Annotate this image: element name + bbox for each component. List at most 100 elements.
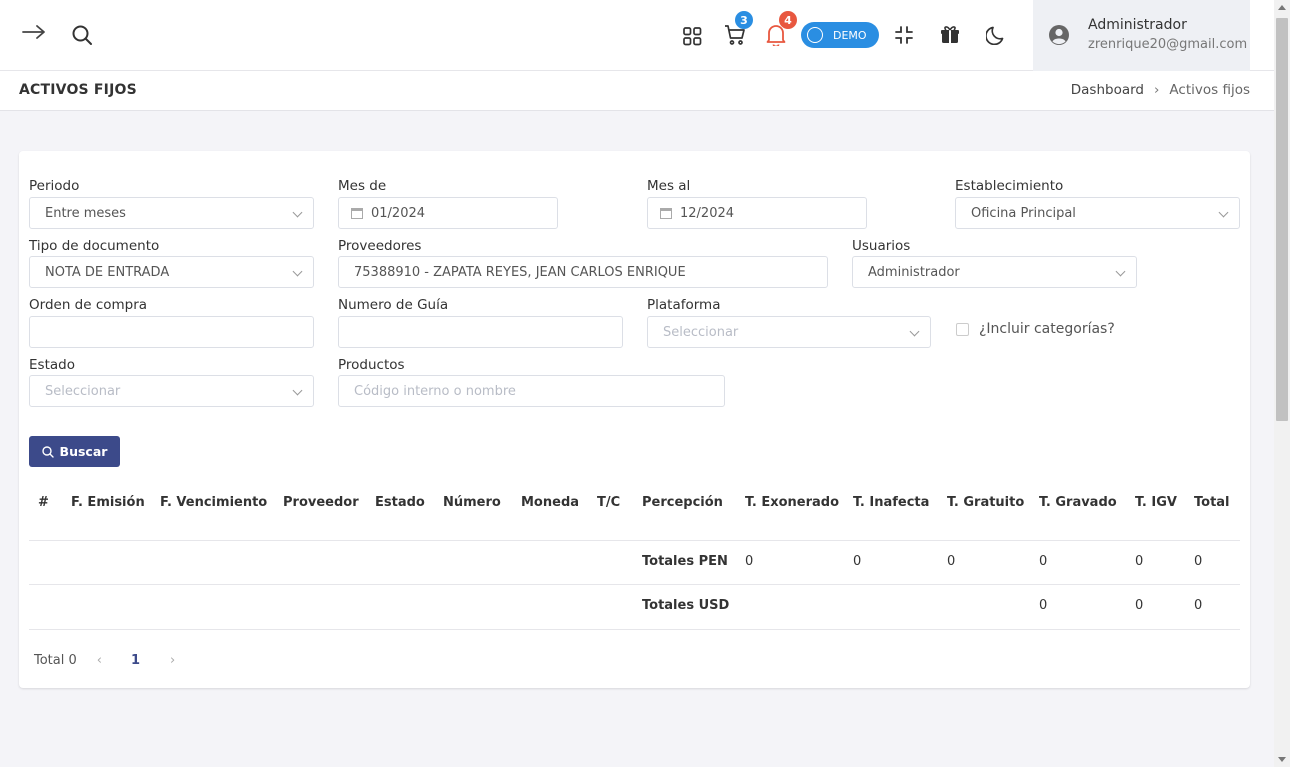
breadcrumb: Dashboard › Activos fijos [1071, 82, 1250, 98]
page-number[interactable]: 1 [131, 653, 140, 668]
establecimiento-value: Oficina Principal [971, 205, 1076, 221]
plataforma-select[interactable]: Seleccionar [647, 316, 931, 348]
column-header: Total [1194, 495, 1230, 510]
proveedores-value: 75388910 - ZAPATA REYES, JEAN CARLOS ENR… [354, 264, 686, 280]
tipo-documento-label: Tipo de documento [29, 238, 160, 254]
totals-pen-inafecta: 0 [853, 554, 862, 569]
proveedores-select[interactable]: 75388910 - ZAPATA REYES, JEAN CARLOS ENR… [338, 256, 828, 288]
cart-icon[interactable]: 3 [723, 11, 753, 46]
scroll-up-arrow[interactable] [1278, 5, 1286, 10]
periodo-label: Periodo [29, 178, 80, 194]
column-header: Número [443, 495, 501, 510]
chevron-down-icon [1115, 266, 1126, 277]
mes-de-label: Mes de [338, 178, 387, 194]
periodo-value: Entre meses [45, 205, 126, 221]
demo-mode-toggle[interactable]: DEMO [801, 22, 879, 48]
column-header: T. Exonerado [745, 495, 840, 510]
totals-pen-label: Totales PEN [642, 554, 728, 569]
column-header: Percepción [642, 495, 723, 510]
column-header: Moneda [521, 495, 580, 510]
chevron-down-icon [909, 326, 920, 337]
column-header: T. Inafecta [853, 495, 930, 510]
chevron-right-icon[interactable]: › [170, 653, 175, 668]
calendar-icon [660, 207, 672, 219]
exit-fullscreen-icon[interactable] [894, 25, 914, 45]
incluir-categorias-label[interactable]: ¿Incluir categorías? [979, 321, 1115, 337]
usuarios-select[interactable]: Administrador [852, 256, 1137, 288]
plataforma-placeholder: Seleccionar [663, 324, 739, 340]
column-header: F. Vencimiento [160, 495, 268, 510]
calendar-icon [351, 207, 363, 219]
column-header: Estado [375, 495, 425, 510]
column-header: T. Gratuito [947, 495, 1025, 510]
totals-usd-total: 0 [1194, 598, 1203, 613]
search-button[interactable]: Buscar [29, 436, 120, 467]
user-avatar-icon [1047, 23, 1071, 47]
moon-icon[interactable] [985, 24, 1007, 46]
tipo-documento-select[interactable]: NOTA DE ENTRADA [29, 256, 314, 288]
column-header: Proveedor [283, 495, 359, 510]
totals-pen-igv: 0 [1135, 554, 1144, 569]
totals-pen-total: 0 [1194, 554, 1203, 569]
establecimiento-label: Establecimiento [955, 178, 1064, 194]
chevron-right-icon: › [1154, 82, 1160, 98]
totals-usd-gravado: 0 [1039, 598, 1048, 613]
orden-compra-input[interactable] [29, 316, 314, 348]
tipo-documento-value: NOTA DE ENTRADA [45, 264, 170, 280]
vertical-scrollbar[interactable] [1274, 0, 1290, 767]
chevron-left-icon[interactable]: ‹ [97, 653, 102, 668]
breadcrumb-current: Activos fijos [1169, 82, 1250, 98]
total-count: Total 0 [34, 653, 77, 668]
page-header: ACTIVOS FIJOS Dashboard › Activos fijos [0, 71, 1274, 111]
column-header: T. Gravado [1039, 495, 1117, 510]
plataforma-label: Plataforma [647, 297, 721, 313]
totals-usd-igv: 0 [1135, 598, 1144, 613]
search-icon[interactable] [70, 23, 94, 47]
mes-al-picker[interactable]: 12/2024 [647, 197, 867, 229]
mes-al-label: Mes al [647, 178, 691, 194]
user-name: Administrador [1088, 17, 1187, 33]
numero-guia-label: Numero de Guía [338, 297, 449, 313]
demo-label: DEMO [833, 28, 867, 42]
totals-pen-gravado: 0 [1039, 554, 1048, 569]
user-menu[interactable]: Administrador zrenrique20@gmail.com [1033, 0, 1250, 71]
filters-card: Periodo Entre meses Mes de 01/2024 Mes a… [19, 151, 1250, 688]
usuarios-value: Administrador [868, 264, 960, 280]
mes-al-value: 12/2024 [680, 205, 735, 221]
estado-select[interactable]: Seleccionar [29, 375, 314, 407]
search-icon [41, 445, 54, 458]
estado-placeholder: Seleccionar [45, 383, 121, 399]
gift-icon[interactable] [939, 24, 961, 46]
scroll-down-arrow[interactable] [1278, 757, 1286, 762]
establecimiento-select[interactable]: Oficina Principal [955, 197, 1240, 229]
breadcrumb-dashboard[interactable]: Dashboard [1071, 82, 1144, 98]
periodo-select[interactable]: Entre meses [29, 197, 314, 229]
chevron-down-icon [1218, 207, 1229, 218]
column-header: T/C [597, 495, 621, 510]
column-header: F. Emisión [71, 495, 145, 510]
column-header: # [38, 495, 49, 510]
search-button-label: Buscar [59, 444, 108, 459]
totals-pen-exonerado: 0 [745, 554, 754, 569]
chevron-down-icon [292, 385, 303, 396]
totals-usd-label: Totales USD [642, 598, 730, 613]
bell-icon[interactable]: 4 [765, 11, 797, 46]
row-divider [29, 629, 1240, 630]
smile-icon [807, 27, 823, 43]
user-email: zrenrique20@gmail.com [1088, 37, 1248, 52]
mes-de-picker[interactable]: 01/2024 [338, 197, 558, 229]
column-header: T. IGV [1135, 495, 1177, 510]
scrollbar-thumb[interactable] [1276, 18, 1288, 421]
arrow-right-icon[interactable] [20, 20, 48, 44]
apps-grid-icon[interactable] [681, 25, 703, 47]
cart-count-badge: 3 [735, 11, 753, 29]
productos-input[interactable]: Código interno o nombre [338, 375, 725, 407]
numero-guia-input[interactable] [338, 316, 623, 348]
mes-de-value: 01/2024 [371, 205, 426, 221]
productos-label: Productos [338, 357, 405, 373]
estado-label: Estado [29, 357, 75, 373]
incluir-categorias-checkbox[interactable] [956, 323, 969, 336]
page-title: ACTIVOS FIJOS [19, 82, 137, 98]
proveedores-label: Proveedores [338, 238, 422, 254]
pagination: Total 0 ‹ 1 › [34, 653, 175, 668]
